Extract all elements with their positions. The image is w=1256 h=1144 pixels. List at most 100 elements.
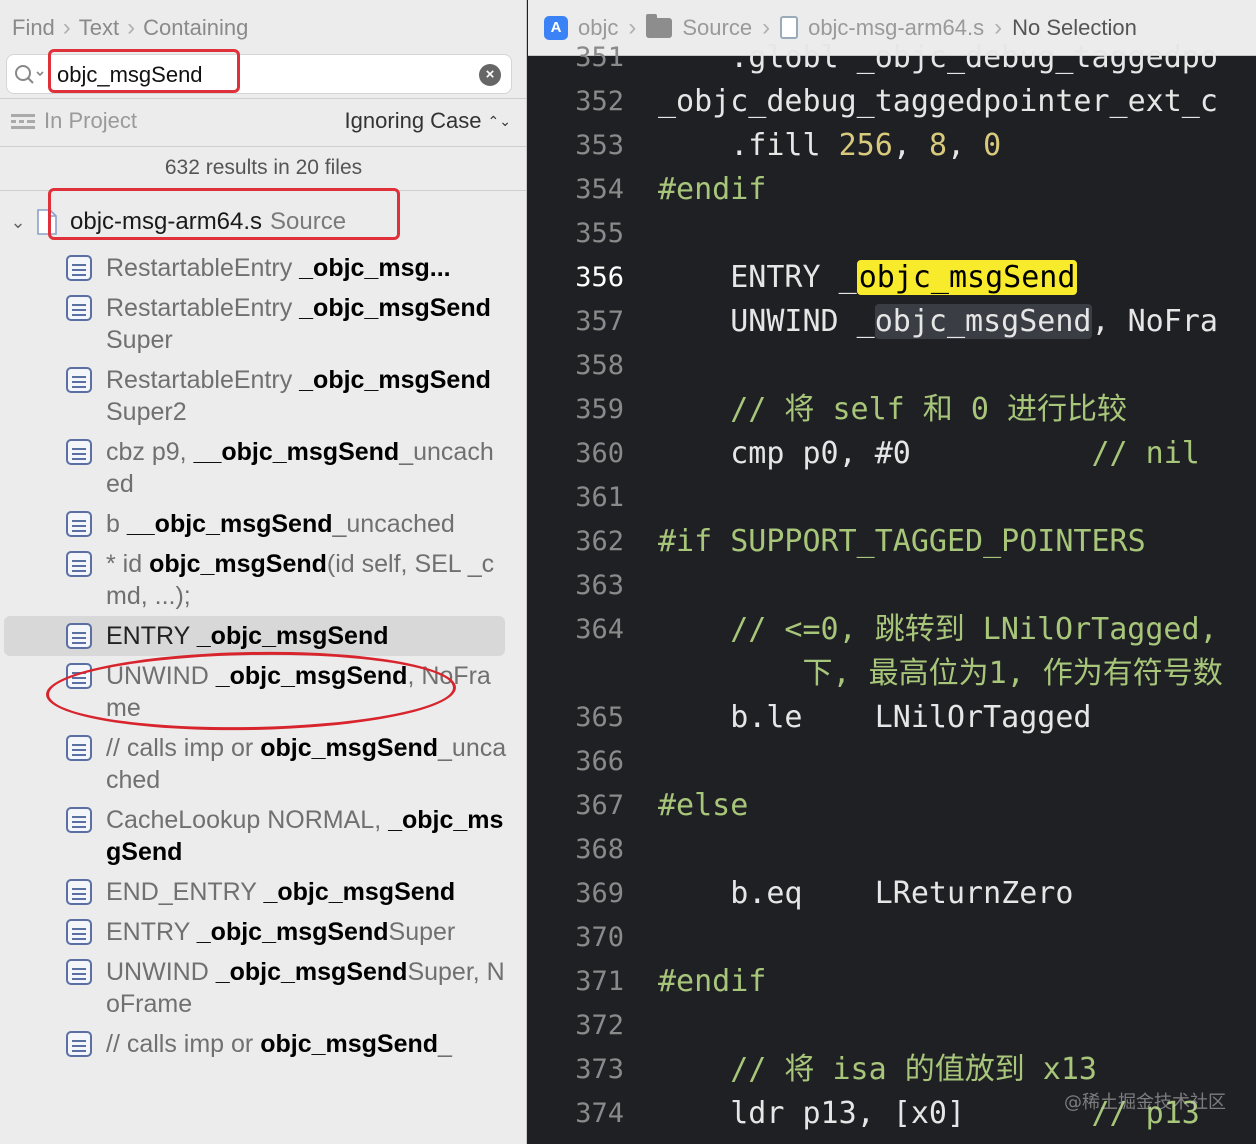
search-icon[interactable] — [13, 63, 45, 87]
code-line[interactable]: 373 // 将 isa 的值放到 x13 — [528, 1048, 1256, 1092]
code-line[interactable]: 371 #endif — [528, 960, 1256, 1004]
search-input[interactable] — [57, 59, 457, 91]
text-result-icon — [66, 551, 92, 577]
code-line[interactable]: 352 _objc_debug_taggedpointer_ext_c — [528, 80, 1256, 124]
line-number: 367 — [575, 790, 624, 821]
code-text: #if SUPPORT_TAGGED_POINTERS — [658, 524, 1146, 559]
source-editor[interactable]: A objc › Source › objc-msg-arm64.s › No … — [528, 0, 1256, 1144]
search-match-highlight: objc_msgSend — [856, 260, 1078, 295]
case-mode-label: Ignoring Case — [344, 108, 482, 133]
code-line[interactable]: 360 cmp p0, #0 // nil — [528, 432, 1256, 476]
case-sensitivity-menu[interactable]: Ignoring Case ⌃⌄ — [345, 108, 511, 134]
line-number: 359 — [575, 394, 624, 425]
code-line[interactable]: 365 b.le LNilOrTagged — [528, 696, 1256, 740]
code-line[interactable]: 372 — [528, 1004, 1256, 1048]
search-result-text: RestartableEntry _objc_msgSendSuper — [106, 294, 491, 354]
watermark: @稀土掘金技术社区 — [1064, 1092, 1226, 1113]
code-line[interactable]: 359 // 将 self 和 0 进行比较 — [528, 388, 1256, 432]
results-list: RestartableEntry _objc_msg... Restartable… — [0, 248, 526, 1064]
text-result-icon — [66, 735, 92, 761]
text-result-icon — [66, 663, 92, 689]
text-result-icon — [66, 295, 92, 321]
code-line[interactable]: 364 // <=0, 跳转到 LNilOrTagged, — [528, 608, 1256, 652]
text-result-icon — [66, 919, 92, 945]
file-folder: Source — [270, 208, 347, 235]
text-result-icon — [66, 367, 92, 393]
code-line[interactable]: 351 .globl _objc_debug_taggedpo — [528, 36, 1256, 80]
search-result-item[interactable]: // calls imp or objc_msgSend_ — [0, 1024, 526, 1064]
line-number: 352 — [575, 86, 624, 117]
code-line[interactable]: 356 ENTRY _objc_msgSend — [528, 256, 1256, 300]
code-text: #endif — [658, 964, 767, 999]
code-line[interactable]: 368 — [528, 828, 1256, 872]
line-number: 360 — [575, 438, 624, 469]
search-result-item[interactable]: b __objc_msgSend_uncached — [0, 504, 526, 544]
assembly-file-icon — [37, 209, 57, 235]
find-kind-menu[interactable]: Text — [79, 15, 119, 41]
disclosure-chevron-icon[interactable]: ⌄ — [0, 212, 36, 233]
search-result-item[interactable]: UNWIND _objc_msgSend, NoFrame — [0, 656, 526, 728]
code-line[interactable]: 362 #if SUPPORT_TAGGED_POINTERS — [528, 520, 1256, 564]
code-line[interactable]: 367 #else — [528, 784, 1256, 828]
search-result-item[interactable]: RestartableEntry _objc_msgSendSuper2 — [0, 360, 526, 432]
code-line[interactable]: 366 — [528, 740, 1256, 784]
search-result-text: RestartableEntry _objc_msg... — [106, 254, 451, 282]
scope-selector[interactable]: In Project — [10, 108, 137, 134]
code-line[interactable]: 361 — [528, 476, 1256, 520]
search-result-item[interactable]: ENTRY _objc_msgSend — [4, 616, 505, 656]
text-result-icon — [66, 959, 92, 985]
search-result-text: b __objc_msgSend_uncached — [106, 510, 455, 538]
search-field[interactable]: × — [6, 54, 512, 94]
find-mode-bar: Find › Text › Containing — [0, 0, 526, 56]
code-line[interactable]: 369 b.eq LReturnZero — [528, 872, 1256, 916]
search-result-item[interactable]: RestartableEntry _objc_msgSendSuper — [0, 288, 526, 360]
search-result-item[interactable]: UNWIND _objc_msgSendSuper, NoFrame — [0, 952, 526, 1024]
line-number: 374 — [575, 1098, 624, 1129]
code-line[interactable]: 353 .fill 256, 8, 0 — [528, 124, 1256, 168]
text-result-icon — [66, 511, 92, 537]
result-file-row[interactable]: ⌄ objc-msg-arm64.s Source — [0, 200, 526, 244]
code-text: ENTRY _objc_msgSend — [658, 260, 1078, 295]
code-text: b.le LNilOrTagged — [658, 700, 1092, 735]
find-match-menu[interactable]: Containing — [143, 15, 248, 41]
code-line[interactable]: 357 UNWIND _objc_msgSend, NoFra — [528, 300, 1256, 344]
folder-icon — [646, 13, 673, 38]
code-line[interactable]: 363 — [528, 564, 1256, 608]
code-text: .globl _objc_debug_taggedpo — [658, 40, 1218, 75]
search-result-text: cbz p9, __objc_msgSend_uncached — [106, 438, 494, 498]
search-result-item[interactable]: // calls imp or objc_msgSend_uncached — [0, 728, 526, 800]
line-number: 358 — [575, 350, 624, 381]
code-text: // <=0, 跳转到 LNilOrTagged, — [658, 612, 1218, 647]
text-result-icon — [66, 879, 92, 905]
line-number: 354 — [575, 174, 624, 205]
code-line[interactable]: 下, 最高位为1, 作为有符号数 — [528, 652, 1256, 696]
code-line[interactable]: 358 — [528, 344, 1256, 388]
search-result-item[interactable]: * id objc_msgSend(id self, SEL _cmd, ...… — [0, 544, 526, 616]
search-result-item[interactable]: END_ENTRY _objc_msgSend — [0, 872, 526, 912]
line-number: 366 — [575, 746, 624, 777]
search-result-item[interactable]: RestartableEntry _objc_msg... — [0, 248, 526, 288]
search-result-text: // calls imp or objc_msgSend_uncached — [106, 734, 507, 794]
line-number: 368 — [575, 834, 624, 865]
search-result-item[interactable]: CacheLookup NORMAL, _objc_msgSend — [0, 800, 526, 872]
code-area[interactable]: 351 .globl _objc_debug_taggedpo 352 _objc_… — [528, 40, 1256, 1136]
code-line[interactable]: 370 — [528, 916, 1256, 960]
line-number: 370 — [575, 922, 624, 953]
line-number: 361 — [575, 482, 624, 513]
text-result-icon — [66, 807, 92, 833]
search-result-text: UNWIND _objc_msgSendSuper, NoFrame — [106, 958, 505, 1018]
updown-chevron-icon: ⌃⌄ — [487, 112, 511, 129]
code-text: #else — [658, 788, 749, 823]
clear-search-icon[interactable]: × — [479, 64, 501, 86]
chevron-right-icon: › — [127, 14, 136, 41]
search-result-item[interactable]: ENTRY _objc_msgSendSuper — [0, 912, 526, 952]
code-line[interactable]: 354 #endif — [528, 168, 1256, 212]
find-mode-menu[interactable]: Find — [12, 15, 55, 41]
scope-label: In Project — [44, 108, 137, 133]
line-number: 364 — [575, 614, 624, 645]
line-number: 369 — [575, 878, 624, 909]
search-result-item[interactable]: cbz p9, __objc_msgSend_uncached — [0, 432, 526, 504]
code-line[interactable]: 355 — [528, 212, 1256, 256]
search-match-secondary: objc_msgSend — [874, 304, 1092, 339]
line-number: 372 — [575, 1010, 624, 1041]
